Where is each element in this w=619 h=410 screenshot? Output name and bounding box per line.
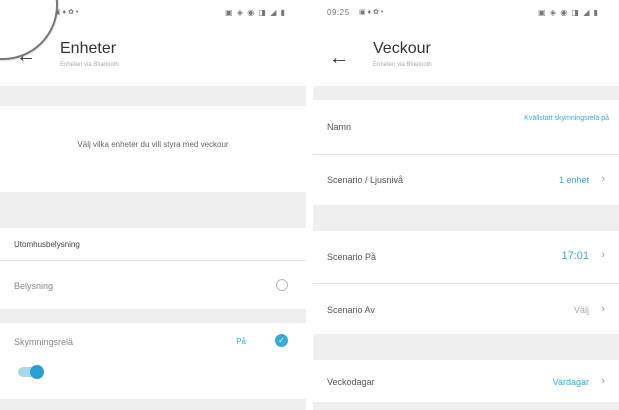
spacer-band <box>0 309 306 323</box>
device-label: Belysning <box>14 281 54 291</box>
back-arrow-icon[interactable]: ← <box>329 48 349 68</box>
spacer-band <box>0 86 306 106</box>
scenario-on-label: Scenario På <box>327 252 377 262</box>
status-bar: 09:25 ▣ ♦ ✿ • ▣ ◈ ◉ ◨ ◢ ▮ <box>313 8 619 22</box>
section-header-row: Utomhusbelysning <box>0 228 306 260</box>
chevron-right-icon: › <box>601 249 605 261</box>
device-item-belysning[interactable]: Belysning <box>0 261 306 309</box>
spacer-band <box>313 402 619 410</box>
instruction-text: Välj vilka enheter du vill styra med vec… <box>77 140 229 149</box>
page-title: Veckour <box>373 40 431 57</box>
weekdays-row[interactable]: Veckodagar Vardagar › <box>313 360 619 402</box>
page-title: Enheter <box>60 40 117 57</box>
chevron-right-icon: › <box>601 173 605 185</box>
device-item-skymningsrela[interactable]: Skymningsrelä På ✓ <box>0 323 306 399</box>
scenario-off-label: Scenario Av <box>327 305 375 315</box>
section-header: Utomhusbelysning <box>14 240 80 249</box>
power-toggle[interactable] <box>18 365 44 379</box>
name-row[interactable]: Namn Kvällstatt skymningsrelä på <box>313 100 619 154</box>
checked-icon[interactable]: ✓ <box>275 334 288 347</box>
scenario-light-label: Scenario / Ljusnivå <box>327 175 404 185</box>
page-subtitle: Enheten via Bluetooth <box>373 62 432 68</box>
name-label: Namn <box>327 122 352 132</box>
scenario-on-value: 17:01 <box>561 250 589 262</box>
scenario-on-row[interactable]: Scenario På 17:01 › <box>313 231 619 283</box>
spacer-band <box>0 192 306 228</box>
status-time: 09:25 <box>327 8 350 17</box>
state-label: På <box>236 337 246 346</box>
spacer-band <box>313 86 619 100</box>
spacer-band <box>0 399 306 410</box>
system-icons: ▣ ◈ ◉ ◨ ◢ ▮ <box>538 8 599 17</box>
instruction-block: Välj vilka enheter du vill styra med vec… <box>0 106 306 192</box>
scenario-light-row[interactable]: Scenario / Ljusnivå 1 enhet › <box>313 155 619 205</box>
scenario-light-value: 1 enhet <box>558 175 589 185</box>
toggle-knob <box>30 365 44 379</box>
scenario-off-row[interactable]: Scenario Av Välj › <box>313 284 619 334</box>
unselected-radio-icon[interactable] <box>276 279 288 291</box>
week-timer-screen: 09:25 ▣ ♦ ✿ • ▣ ◈ ◉ ◨ ◢ ▮ ← Veckour Enhe… <box>313 0 619 410</box>
app-header: ← Veckour Enheten via Bluetooth <box>313 26 619 84</box>
weekdays-value: Vardagar <box>552 377 589 387</box>
name-value: Kvällstatt skymningsrelä på <box>524 115 609 122</box>
page-subtitle: Enheten via Bluetooth <box>60 62 119 68</box>
spacer-band <box>313 205 619 231</box>
chevron-right-icon: › <box>601 303 605 315</box>
scenario-off-value: Välj <box>573 305 589 315</box>
device-label: Skymningsrelä <box>14 337 74 347</box>
system-icons: ▣ ◈ ◉ ◨ ◢ ▮ <box>225 8 286 17</box>
notification-icons: ▣ ♦ ✿ • <box>359 9 384 16</box>
chevron-right-icon: › <box>601 375 605 387</box>
spacer-band <box>313 334 619 360</box>
devices-screen: 26 ▣ ◈ ◉ ◨ ◢ ▮ ▣ ♦ ✿ • ← Enheter Enheten… <box>0 0 306 410</box>
weekdays-label: Veckodagar <box>327 377 375 387</box>
